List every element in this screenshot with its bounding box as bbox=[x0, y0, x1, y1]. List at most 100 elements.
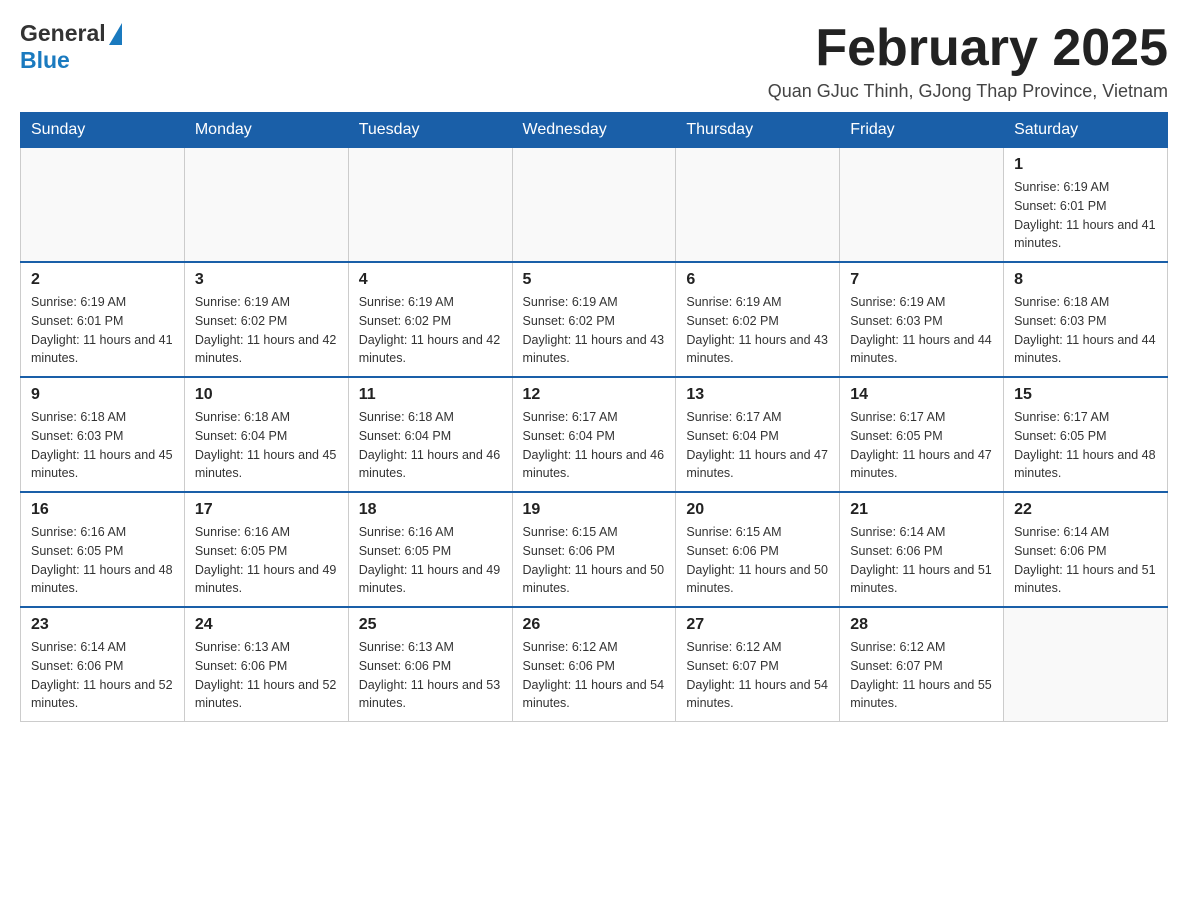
day-info: Sunrise: 6:18 AM Sunset: 6:03 PM Dayligh… bbox=[31, 408, 174, 483]
day-info: Sunrise: 6:13 AM Sunset: 6:06 PM Dayligh… bbox=[195, 638, 338, 713]
day-number: 20 bbox=[686, 501, 829, 519]
day-number: 23 bbox=[31, 616, 174, 634]
calendar-cell bbox=[184, 148, 348, 263]
day-number: 2 bbox=[31, 271, 174, 289]
day-number: 14 bbox=[850, 386, 993, 404]
calendar-cell: 25 Sunrise: 6:13 AM Sunset: 6:06 PM Dayli… bbox=[348, 607, 512, 722]
calendar-day-header: Sunday bbox=[21, 113, 185, 148]
calendar-week-row: 23 Sunrise: 6:14 AM Sunset: 6:06 PM Dayli… bbox=[21, 607, 1168, 722]
day-number: 27 bbox=[686, 616, 829, 634]
calendar-cell: 3 Sunrise: 6:19 AM Sunset: 6:02 PM Daylig… bbox=[184, 262, 348, 377]
day-info: Sunrise: 6:16 AM Sunset: 6:05 PM Dayligh… bbox=[31, 523, 174, 598]
calendar-cell: 6Sunrise: 6:19 AM Sunset: 6:02 PM Daylig… bbox=[676, 262, 840, 377]
calendar-day-header: Wednesday bbox=[512, 113, 676, 148]
day-info: Sunrise: 6:19 AM Sunset: 6:02 PM Dayligh… bbox=[523, 293, 666, 368]
day-number: 12 bbox=[523, 386, 666, 404]
day-info: Sunrise: 6:17 AM Sunset: 6:05 PM Dayligh… bbox=[1014, 408, 1157, 483]
calendar-cell: 24 Sunrise: 6:13 AM Sunset: 6:06 PM Dayli… bbox=[184, 607, 348, 722]
calendar-cell: 13Sunrise: 6:17 AM Sunset: 6:04 PM Dayli… bbox=[676, 377, 840, 492]
calendar-cell: 10Sunrise: 6:18 AM Sunset: 6:04 PM Dayli… bbox=[184, 377, 348, 492]
day-info: Sunrise: 6:19 AM Sunset: 6:02 PM Dayligh… bbox=[359, 293, 502, 368]
calendar-day-header: Thursday bbox=[676, 113, 840, 148]
day-number: 15 bbox=[1014, 386, 1157, 404]
calendar-table: SundayMondayTuesdayWednesdayThursdayFrid… bbox=[20, 112, 1168, 722]
day-number: 28 bbox=[850, 616, 993, 634]
calendar-day-header: Tuesday bbox=[348, 113, 512, 148]
calendar-cell bbox=[1004, 607, 1168, 722]
calendar-cell: 12 Sunrise: 6:17 AM Sunset: 6:04 PM Dayli… bbox=[512, 377, 676, 492]
day-number: 17 bbox=[195, 501, 338, 519]
day-number: 4 bbox=[359, 271, 502, 289]
calendar-cell: 18 Sunrise: 6:16 AM Sunset: 6:05 PM Dayli… bbox=[348, 492, 512, 607]
calendar-week-row: 1Sunrise: 6:19 AM Sunset: 6:01 PM Daylig… bbox=[21, 148, 1168, 263]
day-number: 24 bbox=[195, 616, 338, 634]
calendar-cell: 27 Sunrise: 6:12 AM Sunset: 6:07 PM Dayli… bbox=[676, 607, 840, 722]
day-info: Sunrise: 6:14 AM Sunset: 6:06 PM Dayligh… bbox=[1014, 523, 1157, 598]
day-number: 9 bbox=[31, 386, 174, 404]
calendar-cell: 14 Sunrise: 6:17 AM Sunset: 6:05 PM Dayli… bbox=[840, 377, 1004, 492]
day-number: 6 bbox=[686, 271, 829, 289]
calendar-cell bbox=[676, 148, 840, 263]
calendar-cell: 11Sunrise: 6:18 AM Sunset: 6:04 PM Dayli… bbox=[348, 377, 512, 492]
day-info: Sunrise: 6:18 AM Sunset: 6:04 PM Dayligh… bbox=[359, 408, 502, 483]
calendar-cell bbox=[840, 148, 1004, 263]
logo-triangle-icon bbox=[109, 23, 122, 45]
day-info: Sunrise: 6:15 AM Sunset: 6:06 PM Dayligh… bbox=[523, 523, 666, 598]
calendar-cell: 15 Sunrise: 6:17 AM Sunset: 6:05 PM Dayli… bbox=[1004, 377, 1168, 492]
calendar-header-row: SundayMondayTuesdayWednesdayThursdayFrid… bbox=[21, 113, 1168, 148]
day-number: 25 bbox=[359, 616, 502, 634]
calendar-cell: 5 Sunrise: 6:19 AM Sunset: 6:02 PM Daylig… bbox=[512, 262, 676, 377]
calendar-cell: 23 Sunrise: 6:14 AM Sunset: 6:06 PM Dayli… bbox=[21, 607, 185, 722]
day-info: Sunrise: 6:19 AM Sunset: 6:02 PM Dayligh… bbox=[195, 293, 338, 368]
calendar-week-row: 2 Sunrise: 6:19 AM Sunset: 6:01 PM Daylig… bbox=[21, 262, 1168, 377]
day-info: Sunrise: 6:13 AM Sunset: 6:06 PM Dayligh… bbox=[359, 638, 502, 713]
logo-blue: Blue bbox=[20, 47, 70, 74]
calendar-cell: 20 Sunrise: 6:15 AM Sunset: 6:06 PM Dayli… bbox=[676, 492, 840, 607]
day-info: Sunrise: 6:14 AM Sunset: 6:06 PM Dayligh… bbox=[850, 523, 993, 598]
day-info: Sunrise: 6:19 AM Sunset: 6:01 PM Dayligh… bbox=[31, 293, 174, 368]
calendar-cell: 28 Sunrise: 6:12 AM Sunset: 6:07 PM Dayli… bbox=[840, 607, 1004, 722]
logo: General Blue bbox=[20, 20, 122, 74]
day-number: 21 bbox=[850, 501, 993, 519]
title-section: February 2025 Quan GJuc Thinh, GJong Tha… bbox=[768, 20, 1168, 102]
day-number: 18 bbox=[359, 501, 502, 519]
day-info: Sunrise: 6:17 AM Sunset: 6:05 PM Dayligh… bbox=[850, 408, 993, 483]
day-number: 1 bbox=[1014, 156, 1157, 174]
day-number: 19 bbox=[523, 501, 666, 519]
calendar-cell: 26 Sunrise: 6:12 AM Sunset: 6:06 PM Dayli… bbox=[512, 607, 676, 722]
day-number: 22 bbox=[1014, 501, 1157, 519]
calendar-cell: 22 Sunrise: 6:14 AM Sunset: 6:06 PM Dayli… bbox=[1004, 492, 1168, 607]
calendar-cell bbox=[348, 148, 512, 263]
calendar-cell bbox=[21, 148, 185, 263]
calendar-cell: 16 Sunrise: 6:16 AM Sunset: 6:05 PM Dayli… bbox=[21, 492, 185, 607]
day-info: Sunrise: 6:12 AM Sunset: 6:06 PM Dayligh… bbox=[523, 638, 666, 713]
subtitle: Quan GJuc Thinh, GJong Thap Province, Vi… bbox=[768, 81, 1168, 102]
calendar-cell: 9 Sunrise: 6:18 AM Sunset: 6:03 PM Daylig… bbox=[21, 377, 185, 492]
logo-general: General bbox=[20, 20, 106, 47]
calendar-cell bbox=[512, 148, 676, 263]
calendar-week-row: 9 Sunrise: 6:18 AM Sunset: 6:03 PM Daylig… bbox=[21, 377, 1168, 492]
day-info: Sunrise: 6:19 AM Sunset: 6:03 PM Dayligh… bbox=[850, 293, 993, 368]
day-info: Sunrise: 6:18 AM Sunset: 6:04 PM Dayligh… bbox=[195, 408, 338, 483]
day-number: 16 bbox=[31, 501, 174, 519]
calendar-day-header: Friday bbox=[840, 113, 1004, 148]
calendar-cell: 17Sunrise: 6:16 AM Sunset: 6:05 PM Dayli… bbox=[184, 492, 348, 607]
day-number: 5 bbox=[523, 271, 666, 289]
calendar-day-header: Saturday bbox=[1004, 113, 1168, 148]
day-info: Sunrise: 6:12 AM Sunset: 6:07 PM Dayligh… bbox=[850, 638, 993, 713]
day-info: Sunrise: 6:18 AM Sunset: 6:03 PM Dayligh… bbox=[1014, 293, 1157, 368]
day-info: Sunrise: 6:15 AM Sunset: 6:06 PM Dayligh… bbox=[686, 523, 829, 598]
day-number: 26 bbox=[523, 616, 666, 634]
main-title: February 2025 bbox=[768, 20, 1168, 77]
calendar-cell: 21 Sunrise: 6:14 AM Sunset: 6:06 PM Dayli… bbox=[840, 492, 1004, 607]
day-number: 13 bbox=[686, 386, 829, 404]
calendar-cell: 2 Sunrise: 6:19 AM Sunset: 6:01 PM Daylig… bbox=[21, 262, 185, 377]
calendar-cell: 8 Sunrise: 6:18 AM Sunset: 6:03 PM Daylig… bbox=[1004, 262, 1168, 377]
day-number: 3 bbox=[195, 271, 338, 289]
day-info: Sunrise: 6:16 AM Sunset: 6:05 PM Dayligh… bbox=[359, 523, 502, 598]
day-info: Sunrise: 6:14 AM Sunset: 6:06 PM Dayligh… bbox=[31, 638, 174, 713]
day-number: 8 bbox=[1014, 271, 1157, 289]
day-info: Sunrise: 6:17 AM Sunset: 6:04 PM Dayligh… bbox=[523, 408, 666, 483]
day-info: Sunrise: 6:12 AM Sunset: 6:07 PM Dayligh… bbox=[686, 638, 829, 713]
day-number: 7 bbox=[850, 271, 993, 289]
